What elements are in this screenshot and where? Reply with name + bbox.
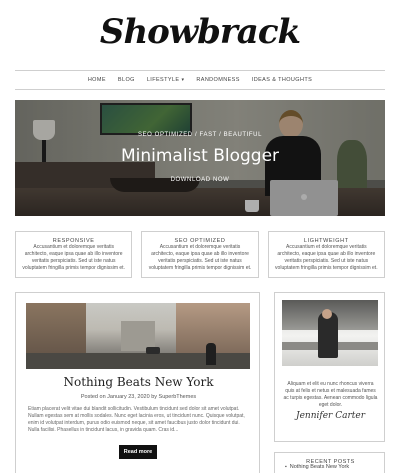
feature-text: Accusantium et doloremque veritatis arch… <box>275 244 378 271</box>
post-card: Nothing Beats New York Posted on January… <box>15 292 260 473</box>
post-meta-text: Posted on January 23, 2020 by SuperbThem… <box>76 394 201 400</box>
feature-title-wrap: SEO OPTIMIZED <box>142 229 257 247</box>
about-widget: Aliquam et elit eu nunc rhoncus viverra … <box>274 292 385 442</box>
feature-title: SEO OPTIMIZED <box>168 238 232 244</box>
nav-item-lifestyle-label: LIFESTYLE <box>146 77 180 83</box>
hero-banner: SEO OPTIMIZED / FAST / BEAUTIFUL Minimal… <box>15 100 385 216</box>
read-more-button[interactable]: Read more <box>119 445 157 459</box>
hero-kicker: SEO OPTIMIZED / FAST / BEAUTIFUL <box>137 132 263 138</box>
post-image-street <box>26 353 250 369</box>
recent-post-link[interactable]: Nothing Beats New York <box>285 464 349 470</box>
post-excerpt: Etiam placerat velit vitae dui blandit s… <box>28 406 245 433</box>
about-image-face <box>322 309 332 319</box>
feature-title: LIGHTWEIGHT <box>297 238 355 244</box>
post-image-pedestrian <box>206 343 216 365</box>
about-text: Aliquam et elit eu nunc rhoncus viverra … <box>283 381 378 408</box>
feature-boxes: RESPONSIVE Accusantium et doloremque ver… <box>15 231 385 278</box>
feature-title-wrap: RESPONSIVE <box>16 229 131 247</box>
site-logo[interactable]: Showbrack <box>0 12 400 52</box>
nav-item-lifestyle[interactable]: LIFESTYLE ▾ <box>147 77 185 83</box>
post-title[interactable]: Nothing Beats New York <box>16 375 261 389</box>
feature-title: RESPONSIVE <box>46 238 101 244</box>
post-image-car <box>146 347 160 354</box>
nav-item-home[interactable]: HOME <box>88 77 106 83</box>
feature-box-seo: SEO OPTIMIZED Accusantium et doloremque … <box>141 229 259 278</box>
feature-box-lightweight: LIGHTWEIGHT Accusantium et doloremque ve… <box>267 229 385 278</box>
hero-title: Minimalist Blogger <box>120 146 280 166</box>
feature-text: Accusantium et doloremque veritatis arch… <box>22 244 125 271</box>
hero-download-button[interactable]: DOWNLOAD NOW <box>15 177 385 183</box>
nav-item-blog[interactable]: BLOG <box>118 77 135 83</box>
feature-title-wrap: LIGHTWEIGHT <box>269 229 384 247</box>
recent-posts-widget: RECENT POSTS Nothing Beats New York <box>274 452 385 473</box>
post-meta: Posted on January 23, 2020 by SuperbThem… <box>16 394 261 400</box>
nav-item-ideas-thoughts[interactable]: IDEAS & THOUGHTS <box>252 77 312 83</box>
feature-box-responsive: RESPONSIVE Accusantium et doloremque ver… <box>15 229 133 278</box>
chevron-down-icon: ▾ <box>181 77 185 83</box>
about-signature: Jennifer Carter <box>295 411 366 421</box>
main-nav: HOME BLOG LIFESTYLE ▾ RANDOMNESS IDEAS & … <box>15 70 385 90</box>
post-featured-image[interactable] <box>26 303 250 369</box>
feature-text: Accusantium et doloremque veritatis arch… <box>148 244 252 271</box>
about-image <box>282 300 378 366</box>
nav-item-randomness[interactable]: RANDOMNESS <box>196 77 239 83</box>
